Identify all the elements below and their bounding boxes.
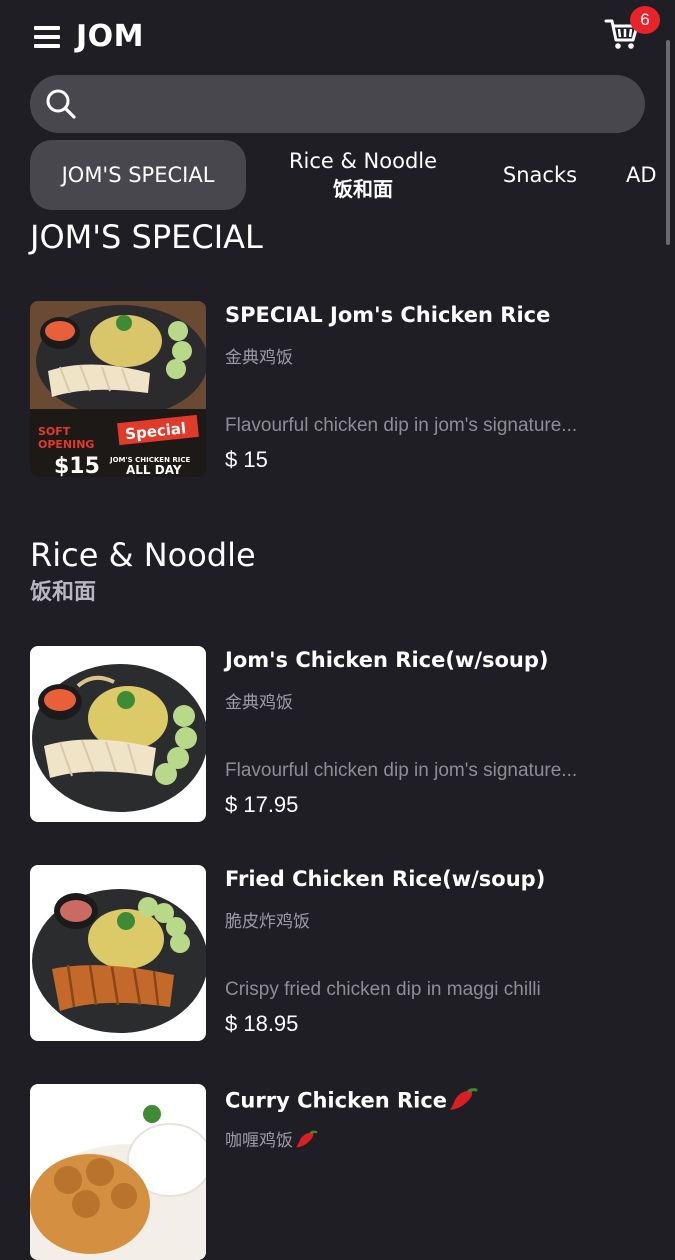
item-chinese-name: 咖喱鸡饭 xyxy=(225,1126,319,1154)
section-title-joms-special: JOM'S SPECIAL xyxy=(30,218,263,256)
tab-joms-special[interactable]: JOM'S SPECIAL xyxy=(30,140,246,210)
hamburger-menu-icon[interactable] xyxy=(34,26,60,48)
promo-price: $15 xyxy=(54,454,100,477)
menu-item-fried-chicken-rice[interactable]: Fried Chicken Rice(w/soup) 脆皮炸鸡饭 Crispy … xyxy=(0,865,665,1045)
item-chinese-name: 金典鸡饭 xyxy=(225,693,293,713)
tab-label: Rice & Noodle xyxy=(288,149,438,173)
chili-icon xyxy=(295,1129,319,1154)
item-name: SPECIAL Jom's Chicken Rice xyxy=(225,303,551,327)
menu-item-joms-chicken-rice[interactable]: Jom's Chicken Rice(w/soup) 金典鸡饭 Flavourf… xyxy=(0,646,665,826)
tab-rice-noodle[interactable]: Rice & Noodle 饭和面 xyxy=(270,140,456,210)
item-image xyxy=(30,1084,206,1260)
tab-label: AD xyxy=(626,163,657,187)
tab-label: JOM'S SPECIAL xyxy=(61,163,215,187)
chili-icon xyxy=(449,1086,479,1117)
item-image xyxy=(30,865,206,1041)
item-image: SOFT OPENING Special $15 JOM'S CHICKEN R… xyxy=(30,301,206,477)
item-name: Curry Chicken Rice xyxy=(225,1086,479,1117)
item-description: Crispy fried chicken dip in maggi chilli xyxy=(225,979,541,1000)
item-description: Flavourful chicken dip in jom's signatur… xyxy=(225,760,578,781)
item-name: Jom's Chicken Rice(w/soup) xyxy=(225,648,549,672)
tab-snacks[interactable]: Snacks xyxy=(490,140,590,210)
menu-item-special-chicken-rice[interactable]: SOFT OPENING Special $15 JOM'S CHICKEN R… xyxy=(0,301,665,481)
item-price: $ 18.95 xyxy=(225,1011,299,1036)
tab-label: Snacks xyxy=(502,163,578,187)
cart-count-badge: 6 xyxy=(630,6,660,34)
search-input[interactable] xyxy=(90,80,624,130)
item-name: Fried Chicken Rice(w/soup) xyxy=(225,867,546,891)
item-name-text: Curry Chicken Rice xyxy=(225,1088,448,1113)
item-chinese-name-text: 咖喱鸡饭 xyxy=(225,1131,293,1151)
item-chinese-name: 脆皮炸鸡饭 xyxy=(225,912,310,932)
item-description: Flavourful chicken dip in jom's signatur… xyxy=(225,415,578,436)
scrollbar-thumb[interactable] xyxy=(666,40,670,245)
item-image xyxy=(30,646,206,822)
item-chinese-name: 金典鸡饭 xyxy=(225,348,293,368)
promo-line1: SOFT xyxy=(38,425,71,438)
item-price: $ 17.95 xyxy=(225,792,299,817)
tab-ad[interactable]: AD xyxy=(626,140,665,210)
promo-line2: OPENING xyxy=(38,438,94,451)
menu-item-curry-chicken-rice[interactable]: Curry Chicken Rice 咖喱鸡饭 xyxy=(0,1084,665,1260)
section-title-rice-noodle: Rice & Noodle xyxy=(30,536,256,574)
tab-sublabel: 饭和面 xyxy=(333,177,393,201)
category-tabs: JOM'S SPECIAL Rice & Noodle 饭和面 Snacks A… xyxy=(0,140,665,214)
menu-app: JOM 6 JOM'S SPECIAL Rice & Noodle 饭和面 Sn xyxy=(0,0,675,1260)
promo-sub2: ALL DAY xyxy=(126,463,182,477)
search-icon[interactable] xyxy=(45,88,77,120)
brand-logo: JOM xyxy=(76,19,145,54)
item-price: $ 15 xyxy=(225,447,268,472)
section-subtitle-rice-noodle: 饭和面 xyxy=(30,580,97,605)
